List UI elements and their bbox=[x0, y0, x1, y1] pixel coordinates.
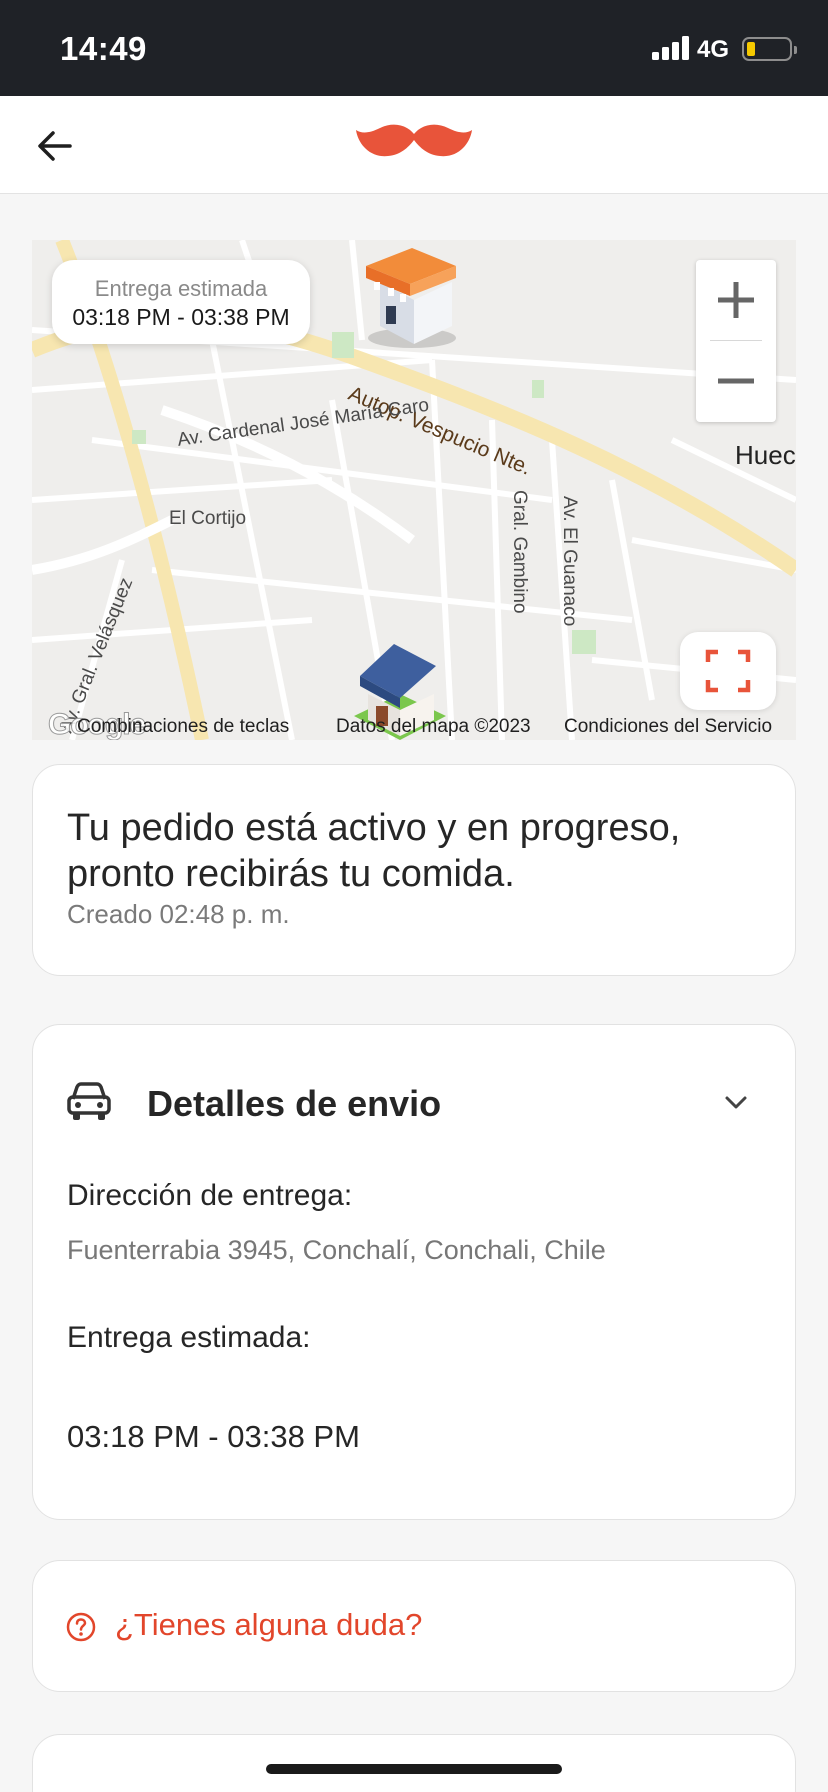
status-bar: 14:49 4G bbox=[0, 0, 828, 96]
shipping-details-card: Detalles de envio Dirección de entrega: … bbox=[32, 1024, 796, 1520]
eta-bubble-value: 03:18 PM - 03:38 PM bbox=[72, 304, 290, 330]
zoom-controls bbox=[696, 260, 776, 422]
street-label: Gral. Gambino bbox=[509, 490, 530, 614]
delivery-address: Fuenterrabia 3945, Conchalí, Conchali, C… bbox=[67, 1235, 606, 1265]
place-label: Huec bbox=[735, 440, 796, 470]
store-pin-icon[interactable] bbox=[360, 240, 470, 350]
order-status-card: Tu pedido está activo y en progreso, pro… bbox=[32, 764, 796, 976]
fullscreen-icon bbox=[705, 649, 751, 693]
help-link[interactable]: ¿Tienes alguna duda? bbox=[115, 1607, 422, 1643]
status-time: 14:49 bbox=[60, 30, 147, 67]
eta-bubble: Entrega estimada 03:18 PM - 03:38 PM bbox=[52, 260, 310, 344]
app-header bbox=[0, 96, 828, 194]
question-circle-icon bbox=[66, 1612, 96, 1642]
estimated-delivery-label: Entrega estimada: bbox=[67, 1321, 311, 1354]
map-view[interactable]: Autop. Vespucio Nte. Av. Cardenal José M… bbox=[32, 240, 796, 740]
minus-icon bbox=[718, 378, 754, 384]
home-indicator[interactable] bbox=[266, 1764, 562, 1774]
order-created-time: Creado 02:48 p. m. bbox=[67, 899, 290, 929]
mustache-logo-icon bbox=[356, 124, 472, 157]
order-status-message: Tu pedido está activo y en progreso, pro… bbox=[67, 807, 681, 895]
zoom-out-button[interactable] bbox=[696, 341, 776, 421]
plus-icon bbox=[718, 282, 754, 318]
street-label: El Cortijo bbox=[169, 508, 247, 529]
signal-icon bbox=[652, 36, 692, 60]
next-card bbox=[32, 1734, 796, 1792]
help-card[interactable]: ¿Tienes alguna duda? bbox=[32, 1560, 796, 1692]
car-icon bbox=[67, 1082, 111, 1120]
estimated-delivery-value: 03:18 PM - 03:38 PM bbox=[67, 1419, 360, 1454]
back-button[interactable] bbox=[32, 124, 80, 168]
shipping-details-title: Detalles de envio bbox=[147, 1083, 442, 1124]
delivery-address-label: Dirección de entrega: bbox=[67, 1179, 353, 1212]
street-label: Av. El Guanaco bbox=[559, 496, 580, 627]
map-footer: Google Combinaciones de teclas Datos del… bbox=[32, 708, 796, 741]
eta-bubble-label: Entrega estimada bbox=[94, 276, 268, 301]
network-type: 4G bbox=[697, 36, 730, 63]
zoom-in-button[interactable] bbox=[696, 260, 776, 340]
battery-icon bbox=[742, 37, 797, 61]
terms-link[interactable]: Condiciones del Servicio bbox=[564, 716, 772, 738]
arrow-left-icon bbox=[38, 131, 72, 161]
fullscreen-button[interactable] bbox=[680, 632, 776, 710]
chevron-down-icon[interactable] bbox=[721, 1087, 751, 1117]
map-data-link[interactable]: Datos del mapa ©2023 bbox=[336, 716, 531, 738]
keyboard-shortcuts-link[interactable]: Combinaciones de teclas bbox=[77, 716, 289, 738]
